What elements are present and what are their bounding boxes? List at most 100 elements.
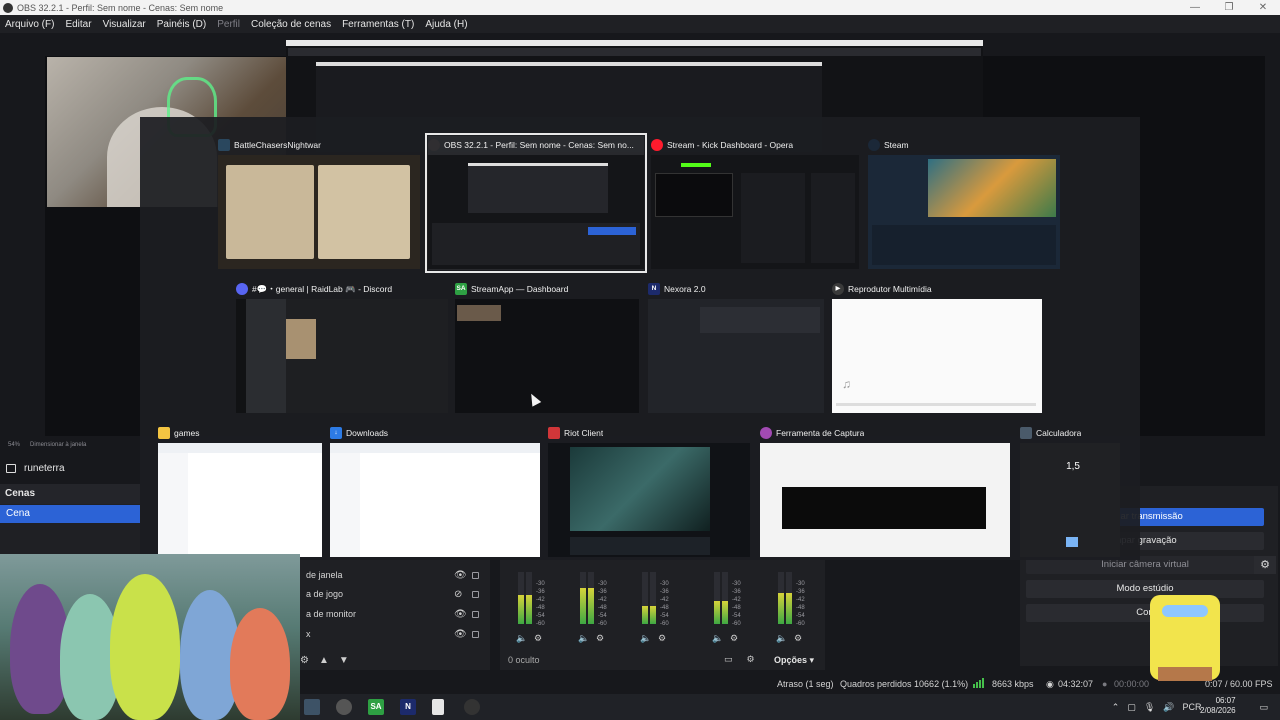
title-bar: OBS 32.2.1 - Perfil: Sem nome - Cenas: S… bbox=[0, 0, 1280, 15]
system-tray: ⌃ ▢ 🎙 🔊 PCR ▭ bbox=[1112, 694, 1280, 720]
menu-perfil[interactable]: Perfil bbox=[212, 19, 246, 30]
steam-icon bbox=[868, 139, 880, 151]
calculator-icon[interactable] bbox=[304, 699, 320, 715]
move-up-icon[interactable]: ▲ bbox=[319, 655, 329, 666]
source-row[interactable]: x 👁 bbox=[300, 625, 490, 643]
channel-settings-icon[interactable]: ⚙ bbox=[794, 633, 802, 644]
window-title: Stream - Kick Dashboard - Opera bbox=[667, 140, 794, 150]
window-games-folder[interactable]: games bbox=[158, 424, 322, 558]
volume-meter bbox=[786, 572, 792, 624]
volume-meter bbox=[642, 572, 648, 624]
stream-time: 04:32:07 bbox=[1058, 679, 1094, 689]
thumbnail bbox=[236, 299, 448, 413]
channel-settings-icon[interactable]: ⚙ bbox=[730, 633, 738, 644]
channel-settings-icon[interactable]: ⚙ bbox=[658, 633, 666, 644]
source-properties-icon[interactable]: ⚙ bbox=[300, 655, 309, 666]
stream-icon: ◉ bbox=[1046, 679, 1054, 689]
thumbnail bbox=[868, 155, 1060, 269]
maximize-button[interactable]: ❐ bbox=[1212, 0, 1246, 15]
scene-item[interactable]: Cena bbox=[0, 505, 140, 523]
layout-icon[interactable]: ▭ bbox=[724, 654, 733, 665]
source-row[interactable]: de janela 👁 bbox=[300, 566, 490, 584]
scale-label: -30 bbox=[536, 581, 545, 587]
eye-icon[interactable]: 👁 bbox=[454, 609, 467, 620]
scene-icon bbox=[6, 463, 16, 473]
source-name: de janela bbox=[306, 570, 343, 580]
file-icon[interactable] bbox=[432, 699, 444, 715]
opera-icon bbox=[651, 139, 663, 151]
eye-hidden-icon[interactable]: ⊘ bbox=[454, 589, 462, 600]
window-riot-client[interactable]: Riot Client bbox=[548, 424, 750, 558]
thumbnail: 1,5 bbox=[1020, 443, 1120, 557]
riot-icon[interactable] bbox=[336, 699, 352, 715]
speaker-icon[interactable]: 🔈 bbox=[516, 633, 527, 644]
streamapp-icon[interactable]: SA bbox=[368, 699, 384, 715]
window-nexora[interactable]: N Nexora 2.0 bbox=[648, 280, 824, 414]
chevron-up-icon[interactable]: ⌃ bbox=[1112, 702, 1120, 713]
menu-visualizar[interactable]: Visualizar bbox=[98, 19, 152, 30]
speaker-icon[interactable]: 🔈 bbox=[776, 633, 787, 644]
nexora-icon[interactable]: N bbox=[400, 699, 416, 715]
source-row[interactable]: a de jogo ⊘ bbox=[300, 585, 490, 603]
eye-icon[interactable]: 👁 bbox=[454, 629, 467, 640]
menu-ferramentas[interactable]: Ferramentas (T) bbox=[337, 19, 420, 30]
language-indicator[interactable]: PCR bbox=[1182, 702, 1201, 712]
window-snipping-tool[interactable]: Ferramenta de Captura bbox=[760, 424, 1012, 558]
lock-icon[interactable] bbox=[472, 630, 479, 638]
source-name: x bbox=[306, 629, 311, 639]
source-row[interactable]: a de monitor 👁 bbox=[300, 605, 490, 623]
mixer-controls: ▭ ⚙ bbox=[724, 654, 755, 665]
mixer-settings-icon[interactable]: ⚙ bbox=[747, 654, 755, 665]
menu-ajuda[interactable]: Ajuda (H) bbox=[420, 19, 473, 30]
display-icon[interactable]: ▢ bbox=[1127, 702, 1136, 713]
media-player-icon: ▶ bbox=[832, 283, 844, 295]
volume-meter bbox=[518, 572, 524, 624]
lock-icon[interactable] bbox=[472, 571, 479, 579]
menu-editar[interactable]: Editar bbox=[60, 19, 97, 30]
channel-settings-icon[interactable]: ⚙ bbox=[534, 633, 542, 644]
window-battlechasers[interactable]: BattleChasersNightwar bbox=[218, 136, 420, 271]
scale-label: -36 bbox=[796, 589, 805, 595]
window-steam[interactable]: Steam bbox=[868, 136, 1060, 271]
window-kick-dashboard[interactable]: Stream - Kick Dashboard - Opera bbox=[651, 136, 859, 271]
speaker-icon[interactable]: 🔈 bbox=[640, 633, 651, 644]
window-title: Downloads bbox=[346, 428, 389, 438]
move-down-icon[interactable]: ▼ bbox=[339, 655, 349, 666]
close-button[interactable]: ✕ bbox=[1246, 0, 1280, 15]
window-discord[interactable]: #💬・general | RaidLab 🎮 - Discord bbox=[236, 280, 448, 414]
menu-paineis[interactable]: Painéis (D) bbox=[152, 19, 212, 30]
window-obs[interactable]: OBS 32.2.1 - Perfil: Sem nome - Cenas: S… bbox=[425, 133, 647, 273]
riot-icon bbox=[548, 427, 560, 439]
zoom-level[interactable]: 54% bbox=[8, 442, 20, 448]
channel-settings-icon[interactable]: ⚙ bbox=[596, 633, 604, 644]
window-streamapp[interactable]: SA StreamApp — Dashboard bbox=[455, 280, 639, 414]
volume-icon[interactable]: 🔊 bbox=[1163, 702, 1174, 713]
lock-icon[interactable] bbox=[472, 610, 479, 618]
window-title: Ferramenta de Captura bbox=[776, 428, 865, 438]
window-calculator[interactable]: Calculadora 1,5 bbox=[1020, 424, 1120, 558]
scale-label: -42 bbox=[598, 597, 607, 603]
window-title: OBS 32.2.1 - Perfil: Sem nome - Cenas: S… bbox=[17, 2, 224, 13]
scale-label: -36 bbox=[660, 589, 669, 595]
menu-arquivo[interactable]: Arquivo (F) bbox=[0, 19, 60, 30]
menu-colecao-cenas[interactable]: Coleção de cenas bbox=[246, 19, 337, 30]
scale-label: -54 bbox=[660, 613, 669, 619]
eye-icon[interactable]: 👁 bbox=[454, 570, 467, 581]
window-media-player[interactable]: ▶ Reprodutor Multimídia ♫ bbox=[832, 280, 1042, 414]
minimize-button[interactable]: — bbox=[1178, 0, 1212, 15]
options-button[interactable]: Opções ▾ bbox=[774, 655, 814, 666]
streamapp-icon: SA bbox=[455, 283, 467, 295]
lock-icon[interactable] bbox=[472, 590, 479, 598]
notification-icon[interactable]: ▭ bbox=[1259, 702, 1268, 713]
source-name: a de jogo bbox=[306, 589, 344, 599]
download-icon: ↓ bbox=[330, 427, 342, 439]
clock[interactable]: 06:07 2/08/2026 bbox=[1200, 696, 1236, 716]
obs-icon[interactable] bbox=[464, 699, 480, 715]
taskbar: SA N ⌃ ▢ 🎙 🔊 PCR ▭ 06:07 2/08/2026 bbox=[300, 694, 1280, 720]
muted-speaker-icon[interactable]: 🔈 bbox=[578, 633, 589, 644]
mic-icon[interactable]: 🎙 bbox=[1144, 702, 1155, 713]
resize-to-window[interactable]: Dimensionar à janela bbox=[30, 442, 86, 448]
virtual-camera-settings-icon[interactable]: ⚙ bbox=[1254, 556, 1276, 574]
window-downloads[interactable]: ↓ Downloads bbox=[330, 424, 540, 558]
speaker-icon[interactable]: 🔈 bbox=[712, 633, 723, 644]
